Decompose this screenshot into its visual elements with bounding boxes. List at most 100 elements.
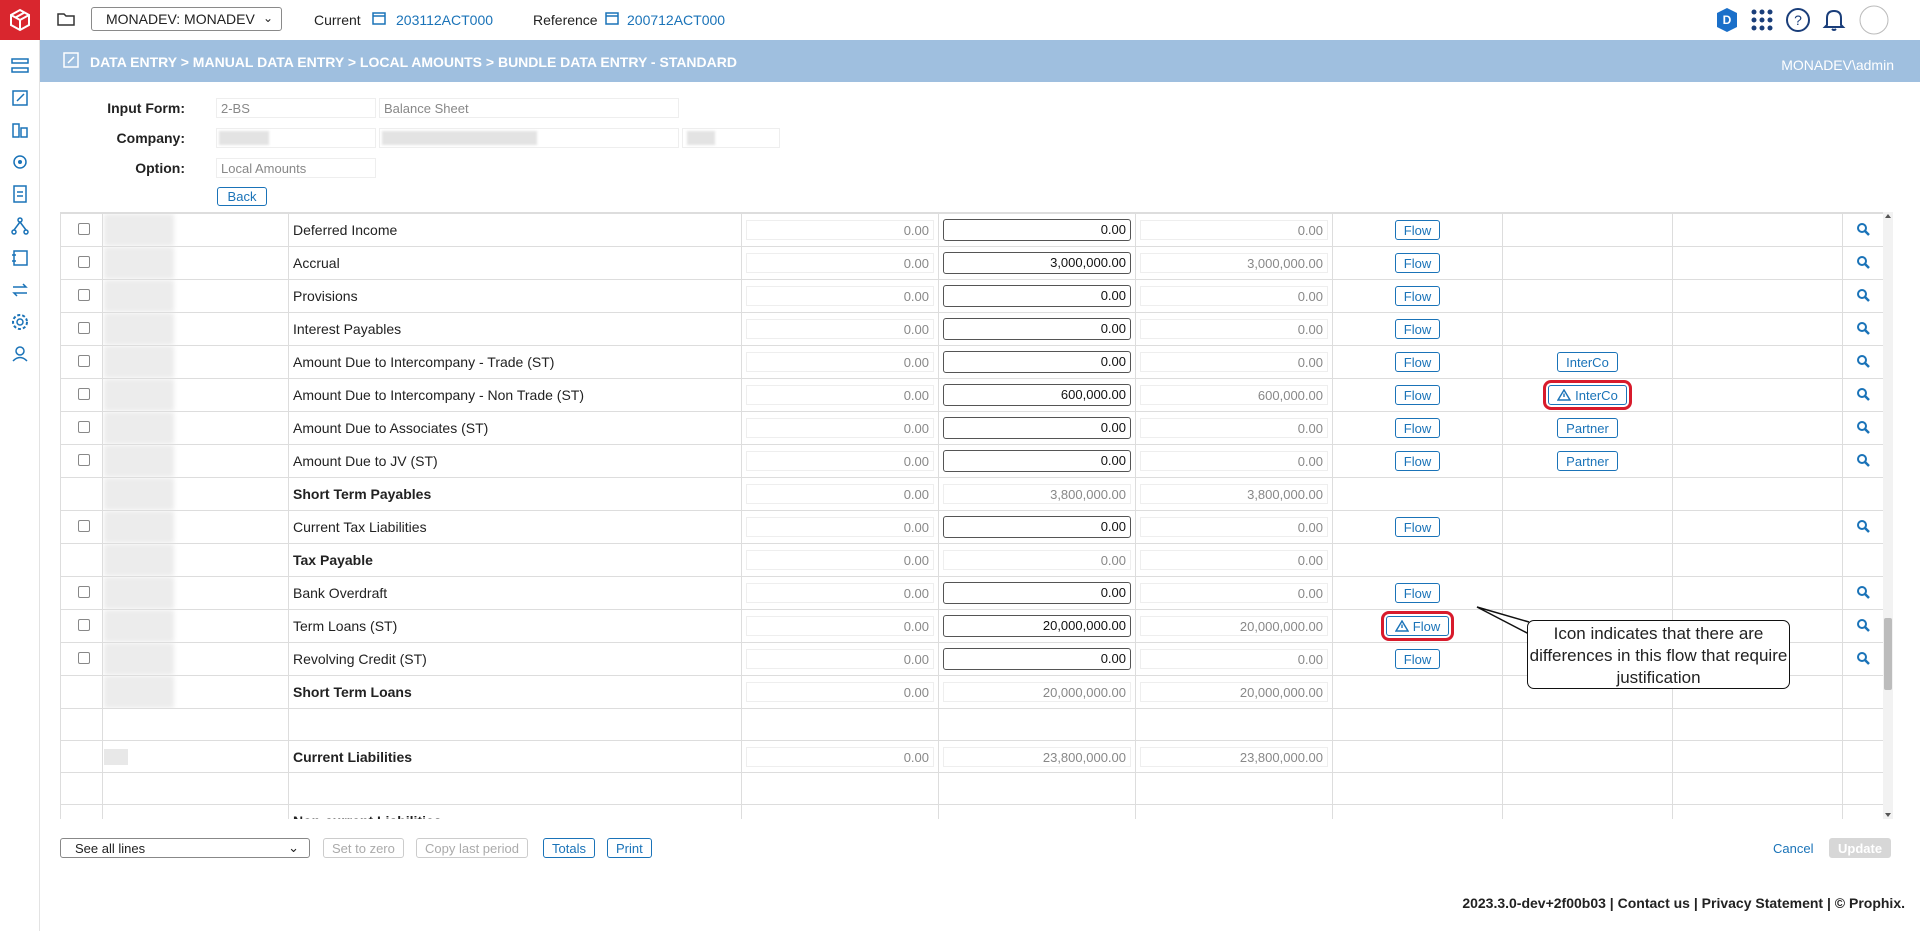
current-value-input[interactable]: 0.00 (943, 582, 1131, 604)
blank-cell (1672, 477, 1843, 511)
interco-button[interactable]: InterCo (1557, 352, 1618, 372)
search-icon[interactable] (1856, 222, 1870, 236)
apps-grid-icon[interactable] (1750, 8, 1774, 35)
row-checkbox[interactable] (78, 256, 90, 268)
workspace-badge[interactable]: D (1715, 7, 1739, 36)
search-icon[interactable] (1856, 321, 1870, 335)
current-value-input[interactable]: 0.00 (943, 516, 1131, 538)
current-value-input[interactable]: 0.00 (943, 351, 1131, 373)
row-checkbox[interactable] (78, 421, 90, 433)
redacted-code (104, 247, 174, 279)
flow-button[interactable]: Flow (1380, 611, 1455, 641)
search-icon[interactable] (1856, 519, 1870, 533)
partner-button[interactable]: Partner (1557, 451, 1618, 471)
current-value-input[interactable]: 3,000,000.00 (943, 252, 1131, 274)
hierarchy-icon[interactable] (8, 214, 32, 238)
search-icon[interactable] (1856, 420, 1870, 434)
process-icon[interactable] (8, 54, 32, 78)
lines-filter-select[interactable]: See all lines ⌄ (60, 838, 310, 858)
scroll-up-icon[interactable] (1884, 212, 1892, 220)
flow-cell: Flow (1332, 378, 1503, 412)
help-icon[interactable]: ? (1785, 7, 1811, 36)
current-period-link[interactable]: 203112ACT000 (396, 12, 493, 28)
current-value-input[interactable]: 0.00 (943, 450, 1131, 472)
current-value-input[interactable]: 0.00 (943, 219, 1131, 241)
flow-button[interactable]: Flow (1394, 286, 1441, 306)
cancel-link[interactable]: Cancel (1773, 841, 1813, 856)
search-icon[interactable] (1856, 453, 1870, 467)
prophix-logo-icon[interactable] (0, 0, 40, 40)
partner-button[interactable]: Partner (1557, 418, 1618, 438)
flow-button[interactable]: Flow (1394, 319, 1441, 339)
table-row: Current Tax Liabilities 0.00 0.00 0.00 Flow (60, 510, 1883, 544)
search-icon[interactable] (1856, 387, 1870, 401)
search-icon[interactable] (1856, 585, 1870, 599)
organization-icon[interactable] (8, 118, 32, 142)
account-name: Term Loans (ST) (288, 609, 742, 643)
row-checkbox[interactable] (78, 322, 90, 334)
details-cell (1842, 740, 1883, 773)
current-value-input[interactable]: 600,000.00 (943, 384, 1131, 406)
totals-button[interactable]: Totals (543, 838, 595, 858)
current-value-input[interactable]: 0.00 (943, 318, 1131, 340)
reports-icon[interactable] (8, 182, 32, 206)
search-icon[interactable] (1856, 255, 1870, 269)
flow-button[interactable]: Flow (1394, 220, 1441, 240)
search-icon[interactable] (1856, 288, 1870, 302)
flow-button[interactable]: Flow (1394, 418, 1441, 438)
print-button[interactable]: Print (607, 838, 652, 858)
model-select[interactable]: MONADEV: MONADEV ⌄ (91, 7, 282, 31)
current-value-input[interactable]: 0.00 (943, 417, 1131, 439)
notifications-bell-icon[interactable] (1822, 7, 1846, 36)
blank-cell (1672, 279, 1843, 313)
row-checkbox[interactable] (78, 454, 90, 466)
interco-button[interactable]: InterCo (1543, 380, 1632, 410)
scroll-down-icon[interactable] (1884, 811, 1892, 819)
transfer-icon[interactable] (8, 278, 32, 302)
search-icon[interactable] (1856, 354, 1870, 368)
row-checkbox[interactable] (78, 520, 90, 532)
row-checkbox[interactable] (78, 586, 90, 598)
settings-icon[interactable] (8, 310, 32, 334)
reference-period-link[interactable]: 200712ACT000 (627, 12, 725, 28)
row-checkbox[interactable] (78, 652, 90, 664)
contact-link[interactable]: Contact us (1618, 895, 1690, 911)
flow-button[interactable]: Flow (1394, 517, 1441, 537)
row-checkbox[interactable] (78, 388, 90, 400)
update-button[interactable]: Update (1829, 838, 1892, 858)
flow-cell: Flow (1332, 510, 1503, 544)
scrollbar-thumb[interactable] (1884, 618, 1892, 690)
account-code-cell (102, 411, 289, 445)
folder-icon[interactable] (57, 11, 75, 30)
total-value: 23,800,000.00 (1140, 746, 1328, 767)
row-checkbox[interactable] (78, 289, 90, 301)
current-value-input[interactable]: 0.00 (943, 648, 1131, 670)
user-avatar[interactable] (1858, 4, 1890, 39)
flow-button[interactable]: Flow (1394, 385, 1441, 405)
back-button[interactable]: Back (217, 187, 267, 206)
row-checkbox[interactable] (78, 619, 90, 631)
current-value-input[interactable]: 20,000,000.00 (943, 615, 1131, 637)
flow-button[interactable]: Flow (1394, 253, 1441, 273)
extra-cell (1502, 213, 1673, 247)
flow-button[interactable]: Flow (1394, 583, 1441, 603)
row-checkbox[interactable] (78, 223, 90, 235)
flow-button[interactable]: Flow (1394, 451, 1441, 471)
row-checkbox[interactable] (78, 355, 90, 367)
copy-last-period-button[interactable]: Copy last period (416, 838, 528, 858)
set-to-zero-button[interactable]: Set to zero (323, 838, 404, 858)
data-entry-icon[interactable] (8, 86, 32, 110)
details-cell (1842, 510, 1883, 544)
journal-icon[interactable] (8, 246, 32, 270)
consolidation-icon[interactable] (8, 150, 32, 174)
vertical-scrollbar[interactable] (1883, 212, 1893, 819)
users-icon[interactable] (8, 342, 32, 366)
flow-button[interactable]: Flow (1394, 352, 1441, 372)
details-cell (1842, 312, 1883, 346)
search-icon[interactable] (1856, 618, 1870, 632)
current-value-cell: 0.00 (938, 642, 1136, 676)
search-icon[interactable] (1856, 651, 1870, 665)
flow-button[interactable]: Flow (1394, 649, 1441, 669)
privacy-link[interactable]: Privacy Statement (1702, 895, 1823, 911)
current-value-input[interactable]: 0.00 (943, 285, 1131, 307)
